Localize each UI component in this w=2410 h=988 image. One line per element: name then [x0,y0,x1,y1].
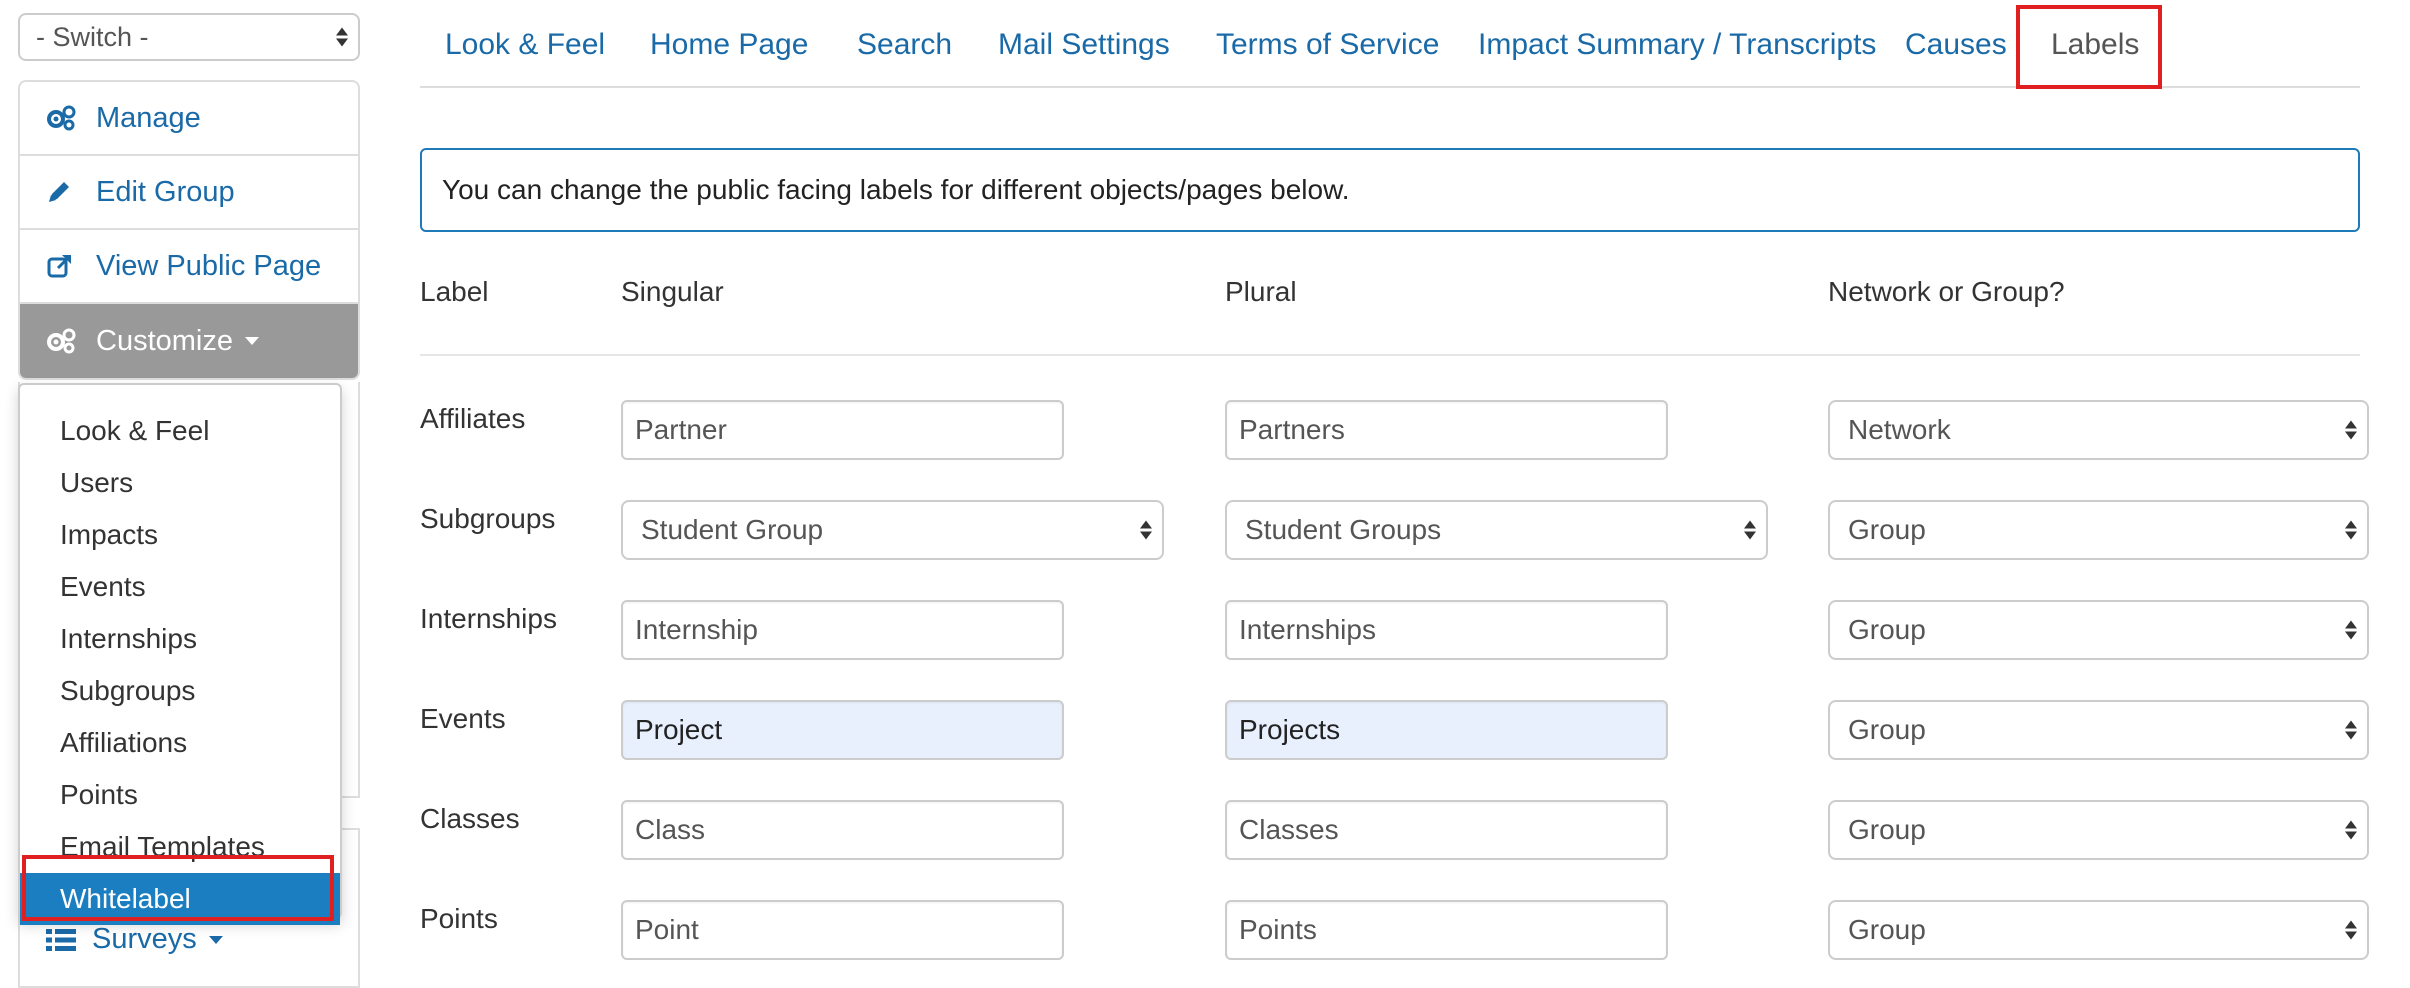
points-plural-input[interactable]: Points [1225,900,1668,960]
points-singular-input[interactable]: Point [621,900,1064,960]
select-arrows-icon [1744,520,1756,540]
select-value: Group [1848,514,1926,545]
select-arrows-icon [2345,620,2357,640]
customize-dropdown-menu: Look & Feel Users Impacts Events Interns… [18,383,342,925]
row-label-affiliates: Affiliates [420,403,526,434]
row-label-internships: Internships [420,603,557,634]
sidebar-nav: Manage Edit Group View Public Page Custo… [18,80,360,380]
column-header-singular: Singular [621,276,724,307]
info-alert-text: You can change the public facing labels … [442,174,1350,205]
sidebar-item-edit-group[interactable]: Edit Group [20,156,358,230]
sidebar-item-view-public-page[interactable]: View Public Page [20,230,358,304]
affiliates-scope-select[interactable]: Network [1828,400,2369,460]
select-arrows-icon [2345,720,2357,740]
affiliates-plural-input[interactable]: Partners [1225,400,1668,460]
tab-search[interactable]: Search [857,28,952,62]
select-value: Student Group [641,514,824,545]
select-value: Group [1848,914,1926,945]
row-label-subgroups: Subgroups [420,503,556,534]
select-value: Network [1848,414,1951,445]
group-switch-select[interactable]: - Switch - [18,13,360,61]
caret-down-icon [245,337,259,345]
classes-plural-input[interactable]: Classes [1225,800,1668,860]
events-singular-input[interactable]: Project [621,700,1064,760]
events-scope-select[interactable]: Group [1828,700,2369,760]
whitelabel-highlight-box [22,855,334,921]
switch-select-value: - Switch - [36,22,149,52]
gears-icon [46,328,82,354]
dropdown-item-points[interactable]: Points [20,769,340,821]
sidebar-item-label: Edit Group [96,175,235,208]
select-arrows-icon [2345,920,2357,940]
sidebar-item-surveys[interactable]: Surveys [46,923,223,956]
sidebar-item-label: Manage [96,101,201,134]
tab-mail-settings[interactable]: Mail Settings [998,28,1170,62]
tab-look-and-feel[interactable]: Look & Feel [445,28,605,62]
affiliates-singular-input[interactable]: Partner [621,400,1064,460]
internships-singular-input[interactable]: Internship [621,600,1064,660]
list-icon [46,928,78,952]
sidebar-item-label: View Public Page [96,249,322,282]
select-value: Group [1848,814,1926,845]
points-scope-select[interactable]: Group [1828,900,2369,960]
external-link-icon [46,252,82,280]
dropdown-item-affiliations[interactable]: Affiliations [20,717,340,769]
dropdown-item-subgroups[interactable]: Subgroups [20,665,340,717]
labels-tab-highlight-box [2016,5,2162,89]
tab-home-page[interactable]: Home Page [650,28,808,62]
dropdown-item-look-and-feel[interactable]: Look & Feel [20,405,340,457]
subgroups-scope-select[interactable]: Group [1828,500,2369,560]
classes-singular-input[interactable]: Class [621,800,1064,860]
dropdown-item-events[interactable]: Events [20,561,340,613]
select-value: Group [1848,714,1926,745]
sidebar-item-label: Customize [96,324,233,357]
column-header-network-or-group: Network or Group? [1828,276,2065,307]
tab-impact-summary-transcripts[interactable]: Impact Summary / Transcripts [1478,28,1876,62]
select-arrows-icon [336,27,348,47]
tab-terms-of-service[interactable]: Terms of Service [1216,28,1439,62]
header-divider [420,354,2360,356]
select-arrows-icon [2345,520,2357,540]
tab-causes[interactable]: Causes [1905,28,2007,62]
select-arrows-icon [2345,420,2357,440]
dropdown-item-users[interactable]: Users [20,457,340,509]
subgroups-singular-select[interactable]: Student Group [621,500,1164,560]
internships-scope-select[interactable]: Group [1828,600,2369,660]
subgroups-plural-select[interactable]: Student Groups [1225,500,1768,560]
dropdown-item-impacts[interactable]: Impacts [20,509,340,561]
row-label-events: Events [420,703,506,734]
caret-down-icon [208,935,223,944]
sidebar-item-manage[interactable]: Manage [20,82,358,156]
select-arrows-icon [2345,820,2357,840]
internships-plural-input[interactable]: Internships [1225,600,1668,660]
pencil-icon [46,179,82,205]
classes-scope-select[interactable]: Group [1828,800,2369,860]
events-plural-input[interactable]: Projects [1225,700,1668,760]
sidebar-item-label: Surveys [92,923,197,955]
info-alert: You can change the public facing labels … [420,148,2360,232]
column-header-label: Label [420,276,489,307]
row-label-classes: Classes [420,803,520,834]
column-header-plural: Plural [1225,276,1297,307]
select-value: Group [1848,614,1926,645]
dropdown-item-internships[interactable]: Internships [20,613,340,665]
gears-icon [46,105,82,131]
select-value: Student Groups [1245,514,1442,545]
select-arrows-icon [1140,520,1152,540]
row-label-points: Points [420,903,498,934]
sidebar-item-customize[interactable]: Customize [20,304,358,378]
